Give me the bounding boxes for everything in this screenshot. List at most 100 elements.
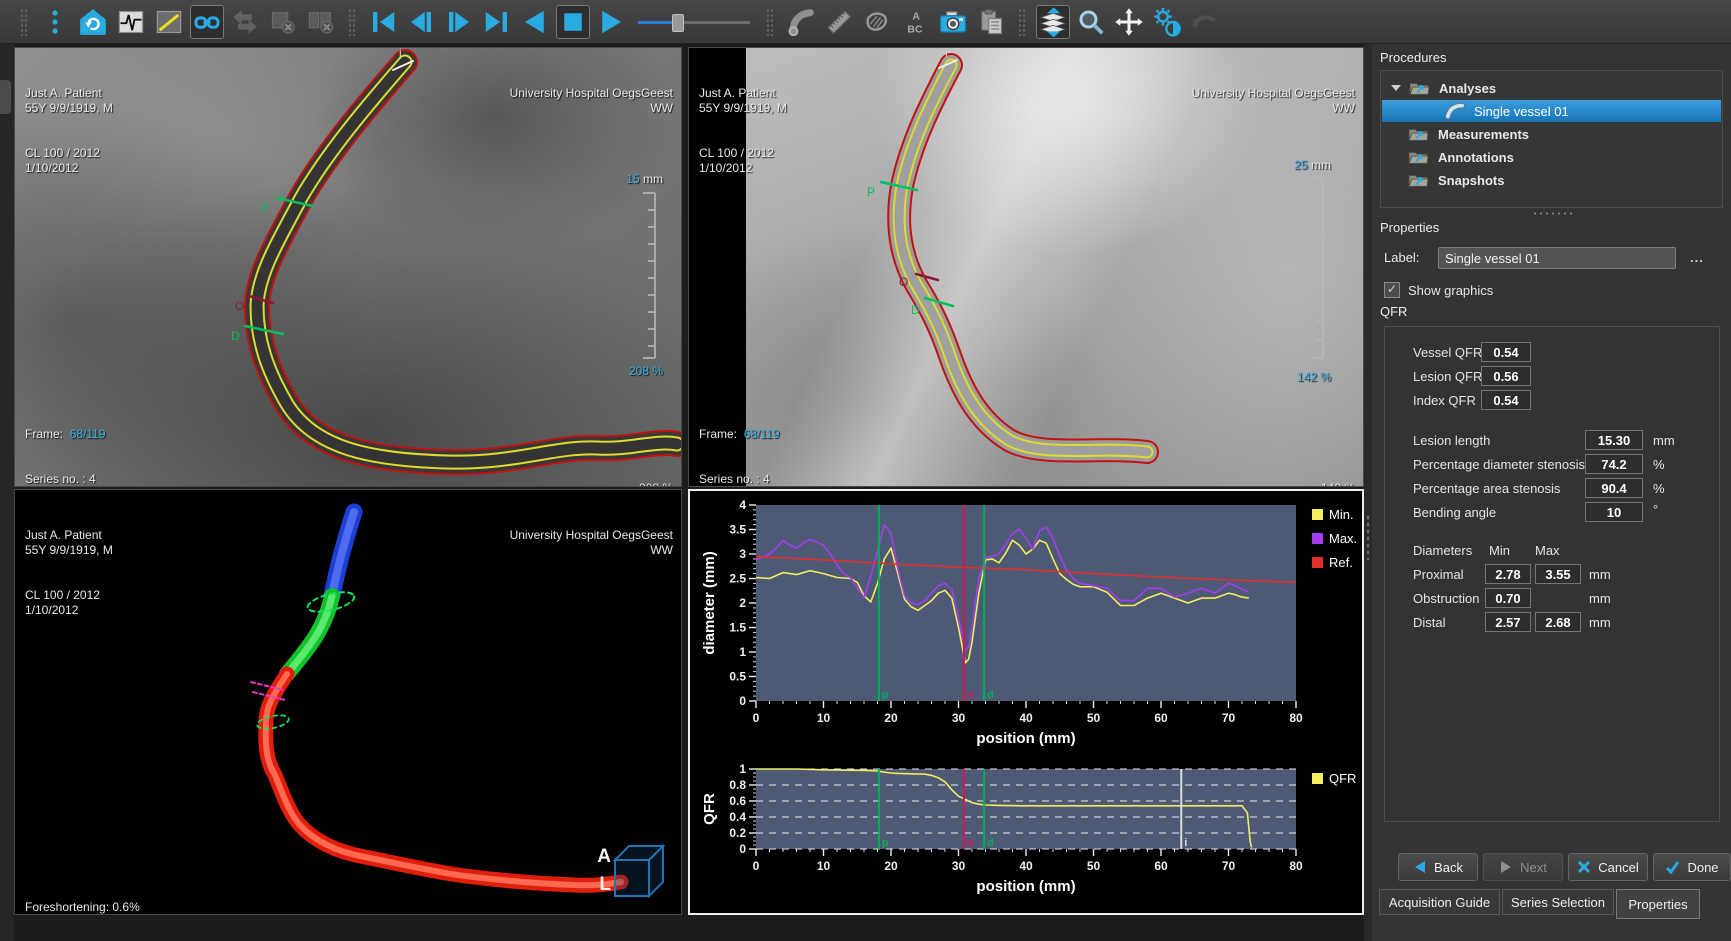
tree-item-snapshots[interactable]: Snapshots	[1382, 169, 1721, 191]
index-qfr-value[interactable]: 0.54	[1481, 390, 1531, 410]
svg-text:20: 20	[884, 859, 898, 873]
tab-series-selection[interactable]: Series Selection	[1502, 889, 1614, 915]
vessel-qfr-value[interactable]: 0.54	[1481, 342, 1531, 362]
speed-slider[interactable]	[638, 5, 750, 39]
pan-icon[interactable]	[1112, 5, 1146, 39]
speed-slider-fill	[638, 21, 676, 24]
brightness-contrast-icon[interactable]	[1150, 5, 1184, 39]
tree-item-annotations[interactable]: Annotations	[1382, 146, 1721, 168]
toolbar-drag-handle[interactable]	[20, 8, 28, 36]
ecg-icon[interactable]	[114, 5, 148, 39]
svg-text:diameter (mm): diameter (mm)	[701, 551, 718, 654]
play-icon[interactable]	[594, 5, 628, 39]
cine-layers-icon[interactable]	[1036, 5, 1070, 39]
back-button[interactable]: Back	[1398, 853, 1478, 881]
undo-icon[interactable]	[1188, 5, 1222, 39]
vessel-tool-icon[interactable]	[784, 5, 818, 39]
svg-text:0: 0	[739, 694, 746, 708]
viewport-3d-vessel[interactable]: A L Just A. Patient55Y 9/9/1919, M CL 10…	[14, 489, 682, 915]
expander-icon[interactable]	[1391, 85, 1401, 91]
back-icon	[1413, 860, 1427, 874]
svg-text:0.6: 0.6	[729, 794, 746, 808]
stop-icon[interactable]	[556, 5, 590, 39]
next-button[interactable]: Next	[1483, 853, 1563, 881]
area-tool-icon[interactable]	[860, 5, 894, 39]
remove-series-icon[interactable]	[266, 5, 300, 39]
svg-text:QFR: QFR	[701, 793, 718, 825]
svg-text:p: p	[882, 837, 889, 849]
svg-text:20: 20	[884, 711, 898, 725]
section-splitter[interactable]	[1532, 211, 1572, 216]
paste-icon[interactable]	[974, 5, 1008, 39]
marker-i-label: i	[399, 48, 402, 60]
show-graphics-checkbox[interactable]: ✓	[1384, 282, 1400, 298]
zoom-percent-label: 208 %	[575, 364, 663, 379]
snapshot-camera-icon[interactable]	[936, 5, 970, 39]
tree-item-measurements[interactable]: Measurements	[1382, 123, 1721, 145]
properties-title: Properties	[1380, 220, 1439, 235]
zoom-wl-info: 208 % WL 162 133	[609, 448, 673, 487]
window-level-line-icon[interactable]	[152, 5, 186, 39]
last-frame-icon[interactable]	[480, 5, 514, 39]
cancel-button[interactable]: Cancel	[1568, 853, 1648, 881]
lesion-qfr-value[interactable]: 0.56	[1481, 366, 1531, 386]
step-back-icon[interactable]	[404, 5, 438, 39]
folder-icon	[1408, 125, 1430, 143]
tab-acquisition-guide[interactable]: Acquisition Guide	[1379, 889, 1500, 915]
svg-text:0: 0	[739, 842, 746, 856]
viewport-angiogram-1[interactable]: i P O D Just A. Patient55Y 9/9/1919, M C…	[14, 47, 682, 487]
viewport-charts[interactable]: 00.511.522.533.5401020304050607080diamet…	[688, 489, 1364, 915]
remove-all-series-icon[interactable]	[304, 5, 338, 39]
tab-properties[interactable]: Properties	[1616, 889, 1700, 919]
bending-angle-value[interactable]: 10	[1585, 502, 1643, 522]
svg-text:i: i	[1184, 837, 1187, 849]
svg-text:0.8: 0.8	[729, 778, 746, 792]
text-annotation-icon[interactable]: ABC	[898, 5, 932, 39]
swap-series-icon[interactable]	[228, 5, 262, 39]
more-button[interactable]: ...	[1690, 250, 1704, 265]
step-forward-icon[interactable]	[442, 5, 476, 39]
first-frame-icon[interactable]	[366, 5, 400, 39]
tree-item-single-vessel[interactable]: Single vessel 01	[1382, 100, 1721, 122]
svg-text:0.2: 0.2	[729, 826, 746, 840]
left-dock-handle[interactable]	[0, 80, 11, 114]
distal-min-value[interactable]: 2.57	[1485, 612, 1531, 632]
pct-diameter-stenosis-value[interactable]: 74.2	[1585, 454, 1643, 474]
pct-area-stenosis-value[interactable]: 90.4	[1585, 478, 1643, 498]
qfr-chart: 00.20.40.60.8101020304050607080QFRpositi…	[694, 763, 1362, 903]
ruler-tool-icon[interactable]	[822, 5, 856, 39]
menu-dots-icon[interactable]	[38, 5, 72, 39]
svg-text:1: 1	[739, 645, 746, 659]
distal-label: Distal	[1413, 615, 1446, 630]
distal-max-value[interactable]: 2.68	[1535, 612, 1581, 632]
svg-text:1: 1	[739, 763, 746, 776]
hospital-info: University Hospital OegsGeestWW	[510, 56, 673, 146]
cube-anterior-label: A	[597, 846, 611, 867]
splitter-grip[interactable]	[1366, 514, 1370, 560]
svg-text:80: 80	[1289, 859, 1303, 873]
reset-view-icon[interactable]	[76, 5, 110, 39]
scale-label: 25 mm	[1243, 158, 1331, 173]
panel-splitter[interactable]	[1364, 44, 1372, 941]
magnifier-icon[interactable]	[1074, 5, 1108, 39]
obstruction-min-value[interactable]: 0.70	[1485, 588, 1531, 608]
label-input[interactable]	[1438, 247, 1676, 269]
folder-icon	[1409, 79, 1431, 97]
link-views-icon[interactable]	[190, 5, 224, 39]
svg-text:4: 4	[739, 498, 746, 512]
viewport-angiogram-2[interactable]: i P O D Just A. Patient55Y 9/9/1919, M C…	[688, 47, 1364, 487]
tree-item-analyses[interactable]: Analyses	[1382, 77, 1721, 99]
proximal-max-value[interactable]: 3.55	[1535, 564, 1581, 584]
play-reverse-icon[interactable]	[518, 5, 552, 39]
speed-slider-thumb[interactable]	[672, 14, 684, 32]
qfr-section-title: QFR	[1380, 304, 1407, 319]
lesion-length-value[interactable]: 15.30	[1585, 430, 1643, 450]
marker-i-label: i	[945, 48, 948, 60]
hospital-info: University Hospital OegsGeestWW	[510, 498, 673, 588]
scale-label: 15 mm	[575, 172, 663, 187]
diameters-header: Diameters	[1413, 543, 1472, 558]
lesion-qfr-label: Lesion QFR	[1413, 369, 1482, 384]
marker-p-label: P	[867, 185, 875, 199]
done-button[interactable]: Done	[1653, 853, 1731, 881]
proximal-min-value[interactable]: 2.78	[1485, 564, 1531, 584]
